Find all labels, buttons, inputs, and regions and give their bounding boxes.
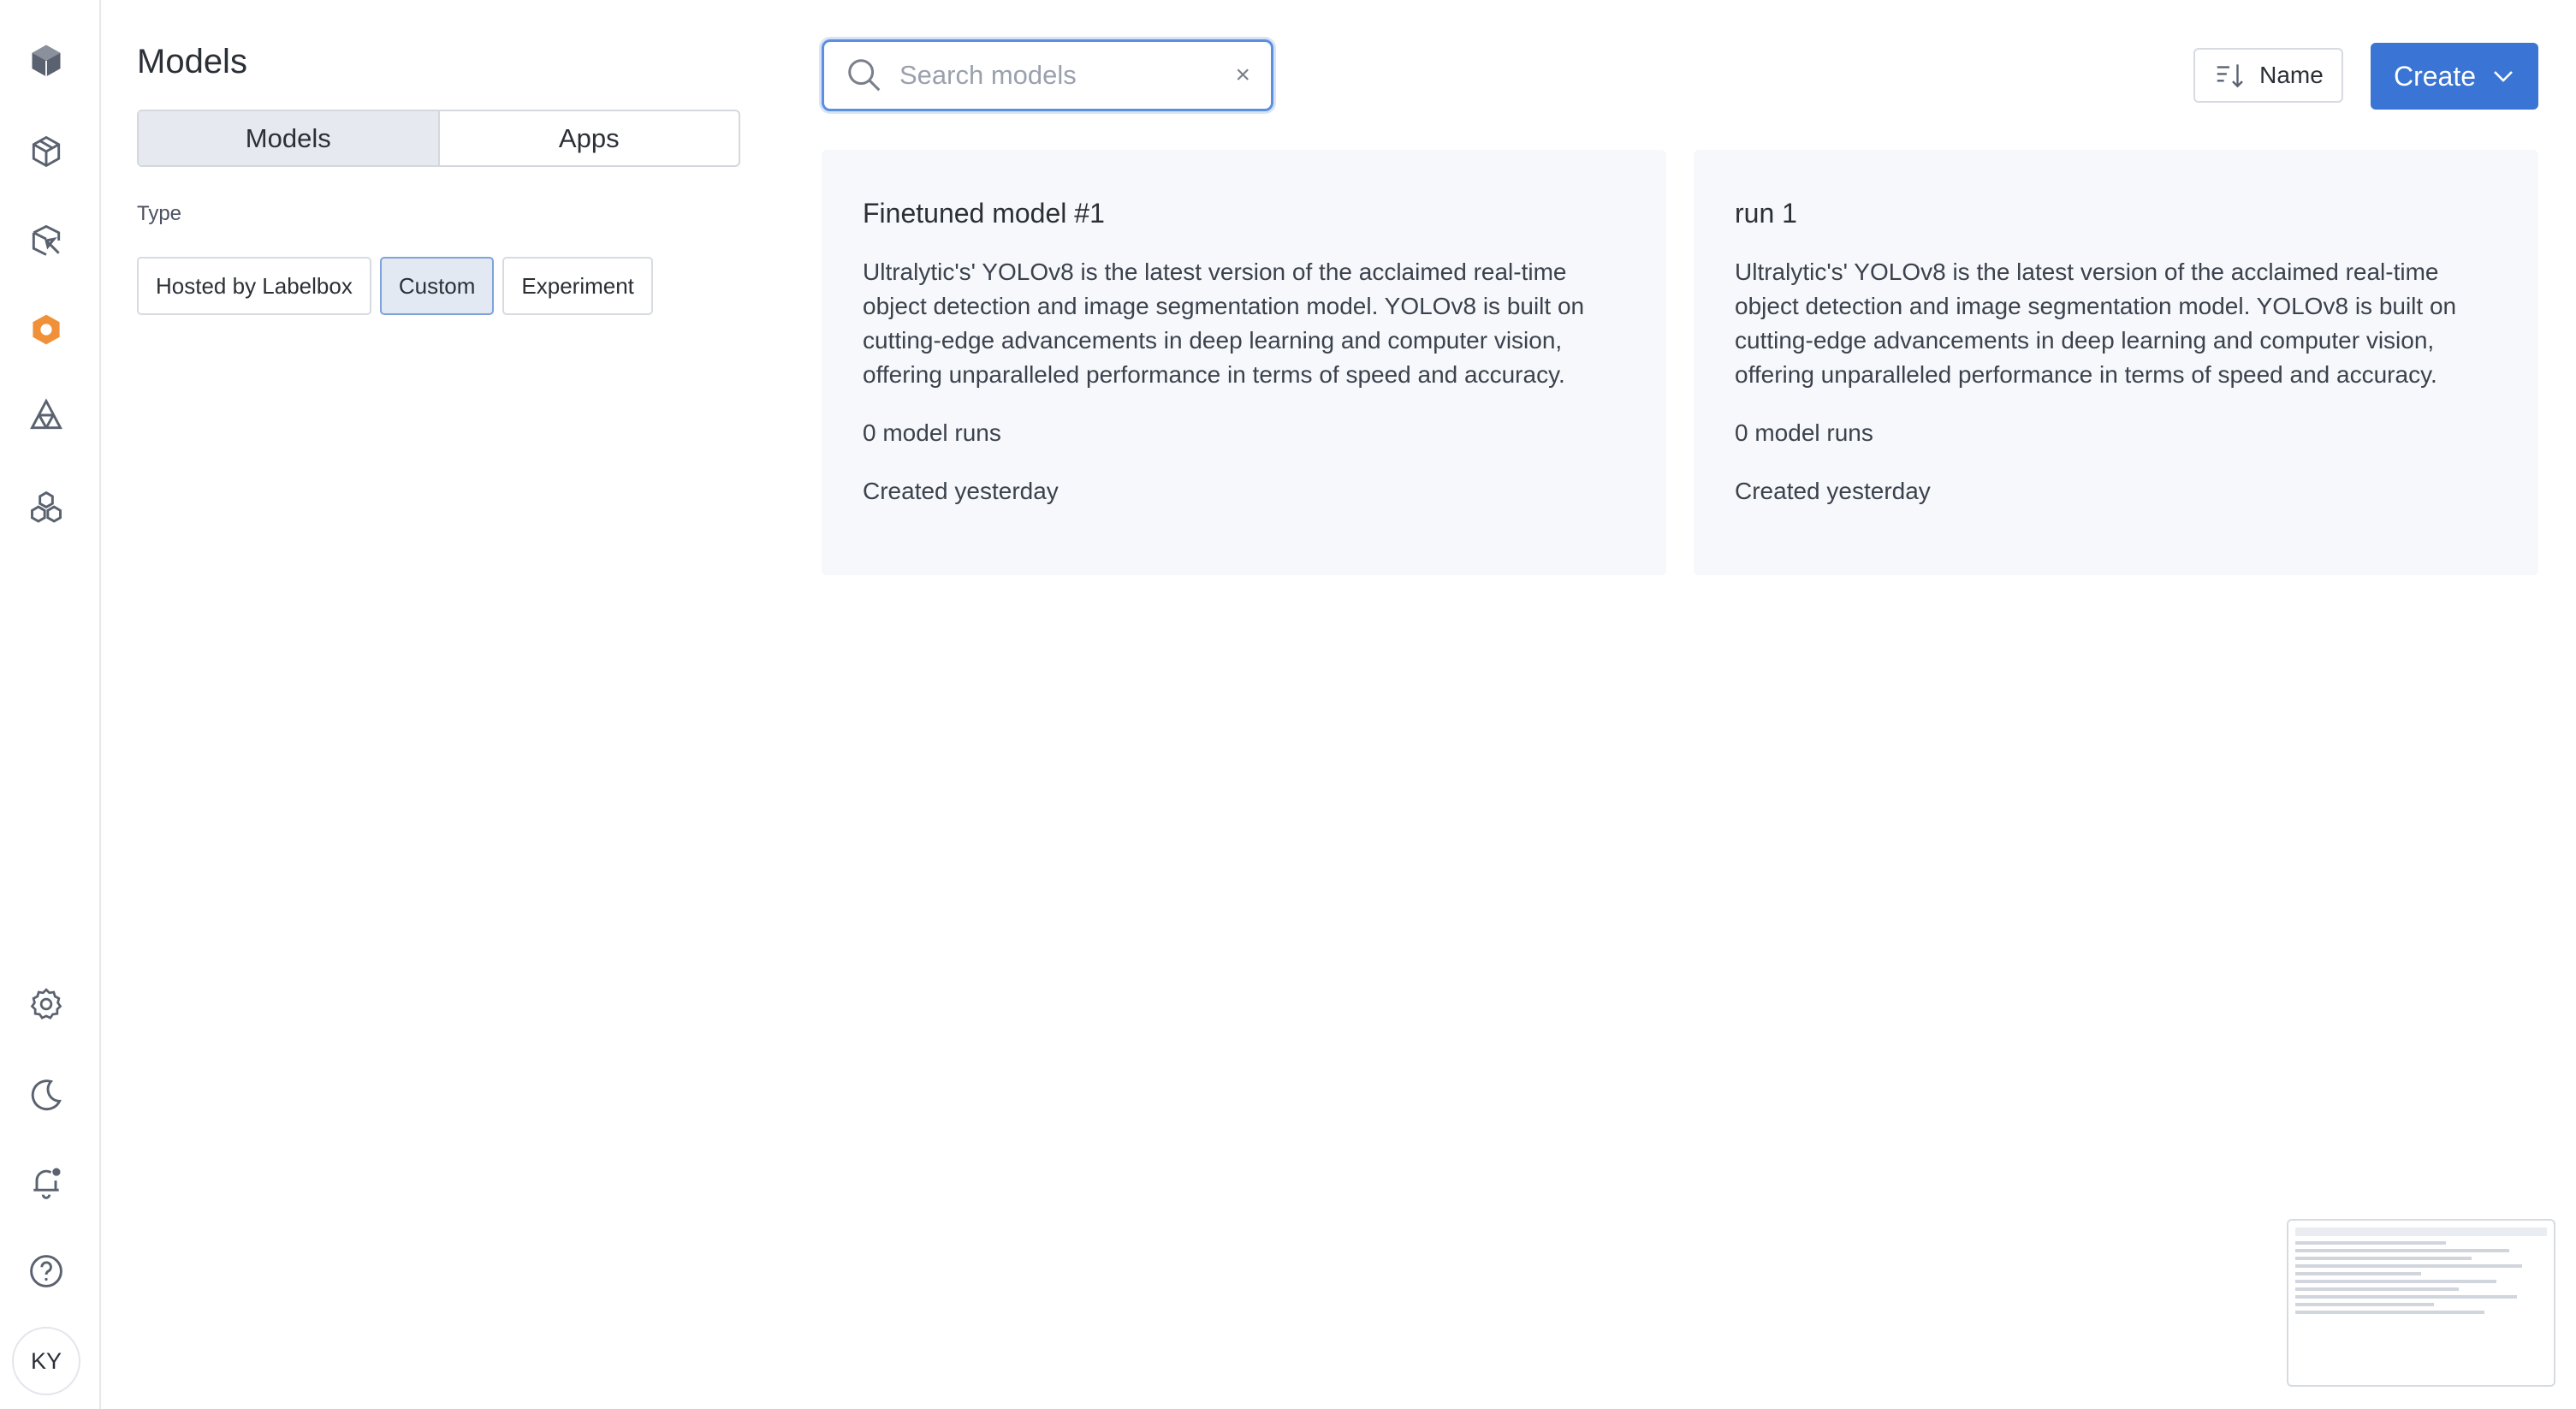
help-icon[interactable] [25, 1250, 68, 1293]
card-title: Finetuned model #1 [863, 198, 1105, 229]
thumbnail-line [2295, 1287, 2460, 1291]
icon-rail: KY [0, 0, 101, 1409]
annotate-icon[interactable] [25, 219, 68, 262]
thumbnail-line [2295, 1311, 2484, 1314]
chip-hosted-by-labelbox[interactable]: Hosted by Labelbox [137, 257, 371, 315]
create-button[interactable]: Create [2371, 43, 2538, 110]
card-created: Created yesterday [1735, 478, 1931, 504]
screen-preview-thumbnail[interactable] [2287, 1219, 2555, 1387]
view-toggle: Models Apps [137, 110, 740, 167]
cube-icon[interactable] [25, 39, 68, 82]
model-cards: Finetuned model #1 Ultralytic's' YOLOv8 … [822, 150, 2538, 575]
create-label: Create [2393, 60, 2477, 92]
thumbnail-line [2295, 1272, 2421, 1275]
chip-experiment[interactable]: Experiment [502, 257, 653, 315]
thumbnail-line [2295, 1264, 2522, 1268]
filter-panel: Models Models Apps Type Hosted by Labelb… [137, 0, 745, 1409]
card-description: Ultralytic's' YOLOv8 is the latest versi… [863, 259, 1585, 388]
catalog-icon[interactable] [25, 130, 68, 173]
sort-button[interactable]: Name [2193, 48, 2343, 103]
search-icon [848, 59, 881, 92]
settings-icon[interactable] [25, 983, 68, 1026]
card-title: run 1 [1735, 198, 1797, 229]
tab-apps[interactable]: Apps [440, 111, 739, 165]
chevron-down-icon [2494, 71, 2513, 82]
card-created: Created yesterday [863, 478, 1059, 504]
avatar-initials: KY [30, 1347, 62, 1374]
thumbnail-line [2295, 1257, 2472, 1260]
model-card[interactable]: Finetuned model #1 Ultralytic's' YOLOv8 … [822, 150, 1666, 575]
thumbnail-line [2295, 1295, 2517, 1299]
bell-icon[interactable] [25, 1161, 68, 1204]
thumbnail-line [2295, 1303, 2434, 1306]
card-run-count: 0 model runs [863, 419, 1001, 446]
search-box: × [822, 39, 1273, 111]
model-card[interactable]: run 1 Ultralytic's' YOLOv8 is the latest… [1694, 150, 2538, 575]
type-filter-chips: Hosted by Labelbox Custom Experiment [137, 257, 653, 315]
workflows-icon[interactable] [25, 486, 68, 529]
search-input[interactable] [899, 60, 1190, 91]
avatar[interactable]: KY [12, 1327, 80, 1395]
thumbnail-line [2295, 1280, 2497, 1283]
moon-icon[interactable] [25, 1073, 68, 1116]
card-description: Ultralytic's' YOLOv8 is the latest versi… [1735, 259, 2457, 388]
tab-models[interactable]: Models [139, 111, 440, 165]
sort-icon [2217, 64, 2244, 88]
card-run-count: 0 model runs [1735, 419, 1873, 446]
clear-search-icon[interactable]: × [1235, 61, 1250, 90]
thumbnail-line [2295, 1241, 2447, 1245]
thumbnail-toolbar [2295, 1228, 2547, 1236]
chip-custom[interactable]: Custom [379, 257, 495, 315]
sort-label: Name [2259, 62, 2324, 88]
page-title: Models [137, 43, 247, 80]
thumbnail-line [2295, 1249, 2509, 1252]
type-filter-label: Type [137, 202, 182, 225]
boost-icon[interactable] [25, 394, 68, 437]
model-icon[interactable] [25, 308, 68, 351]
